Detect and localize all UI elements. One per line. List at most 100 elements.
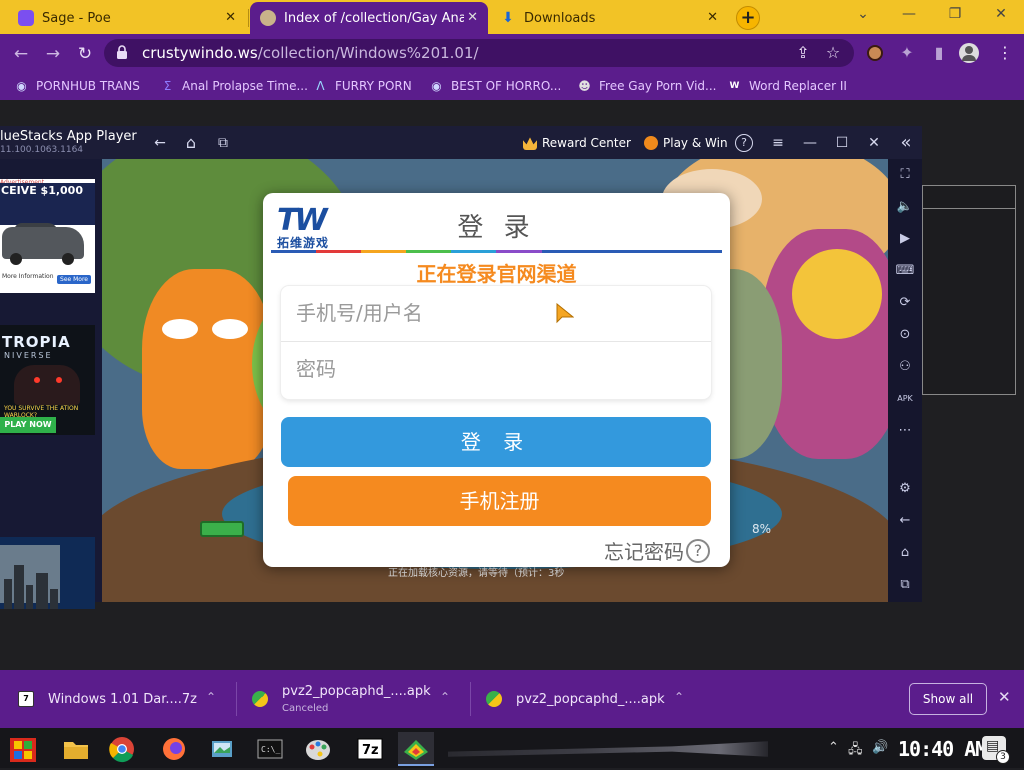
keyboard-icon[interactable]: ⌨ bbox=[895, 261, 915, 281]
browser-toolbar: ← → ↻ crustywindo.ws/collection/Windows%… bbox=[0, 34, 1024, 72]
forward-button[interactable]: → bbox=[42, 43, 64, 65]
tray-expand-icon[interactable]: ⌃ bbox=[828, 740, 839, 755]
reward-center-label: Reward Center bbox=[542, 136, 631, 150]
coin-icon bbox=[644, 136, 658, 150]
share-icon[interactable]: ⇪ bbox=[792, 42, 814, 64]
play-win-label: Play & Win bbox=[663, 136, 728, 150]
chevron-down-icon[interactable]: ⌄ bbox=[848, 6, 878, 26]
building bbox=[50, 589, 58, 609]
terminal-icon[interactable]: C:\_ bbox=[252, 732, 288, 766]
paint-icon[interactable] bbox=[300, 732, 336, 766]
phone-register-button[interactable]: 手机注册 bbox=[288, 476, 711, 526]
settings-icon[interactable]: ⚙ bbox=[895, 479, 915, 499]
bookmark-free-gay-porn[interactable]: ☻ Free Gay Porn Vid... bbox=[577, 77, 716, 95]
rotate-icon[interactable]: ⊙ bbox=[895, 325, 915, 345]
back-button[interactable]: ← bbox=[10, 43, 32, 65]
download-item[interactable]: pvz2_popcaphd_....apk ⌃ bbox=[486, 670, 696, 728]
chevron-up-icon[interactable]: ⌃ bbox=[206, 690, 216, 704]
bs-minimize-button[interactable]: — bbox=[800, 133, 820, 153]
car-ad[interactable]: Advertisement CEIVE $1,000 More Informat… bbox=[0, 179, 95, 293]
chrome-icon[interactable] bbox=[104, 732, 140, 766]
chevron-up-icon[interactable]: ⌃ bbox=[440, 690, 450, 704]
network-icon[interactable]: 🖧 bbox=[848, 740, 863, 762]
7z-file-icon: 7 bbox=[18, 691, 34, 707]
zombie-head bbox=[792, 249, 882, 339]
close-window-button[interactable]: ✕ bbox=[986, 6, 1016, 26]
apk-icon[interactable]: APK bbox=[895, 389, 915, 409]
bluestacks-taskbar-icon[interactable] bbox=[398, 732, 434, 766]
extensions-icon[interactable]: ✦ bbox=[896, 42, 918, 64]
notifications-icon[interactable]: ▤ 3 bbox=[982, 736, 1010, 764]
fullscreen-icon[interactable]: ⛶ bbox=[895, 165, 915, 185]
multi-instance-icon[interactable]: ⚇ bbox=[895, 357, 915, 377]
bookmark-anal-prolapse[interactable]: Σ Anal Prolapse Time... bbox=[160, 77, 308, 95]
volume-icon[interactable]: 🔈 bbox=[895, 197, 915, 217]
bookmark-best-of-horror[interactable]: ◉ BEST OF HORRO... bbox=[429, 77, 561, 95]
start-button[interactable] bbox=[6, 732, 42, 766]
login-dialog: TW 拓维游戏 登 录 正在登录官网渠道 手机号/用户名 密码 登 录 手机注册… bbox=[263, 193, 730, 567]
tab-title: Downloads bbox=[524, 10, 596, 26]
chevron-up-icon[interactable]: ⌃ bbox=[674, 690, 684, 704]
forgot-password-link[interactable]: 忘记密码 ? bbox=[604, 536, 710, 565]
browser-menu-icon[interactable]: ⋮ bbox=[994, 42, 1016, 64]
7zip-icon[interactable]: 7z bbox=[352, 732, 388, 766]
macro-icon[interactable]: ⟳ bbox=[895, 293, 915, 313]
site-icon bbox=[260, 10, 276, 26]
download-item[interactable]: pvz2_popcaphd_....apk Canceled ⌃ bbox=[252, 670, 462, 728]
tab-downloads[interactable]: ⬇ Downloads ✕ bbox=[490, 2, 728, 34]
help-icon[interactable]: ? bbox=[735, 134, 753, 152]
ad-play-now-button[interactable]: PLAY NOW bbox=[0, 417, 56, 433]
minimize-button[interactable]: — bbox=[894, 6, 924, 26]
bs-maximize-button[interactable]: ☐ bbox=[832, 133, 852, 153]
login-button[interactable]: 登 录 bbox=[281, 417, 711, 467]
download-item[interactable]: 7 Windows 1.01 Dar....7z ⌃ bbox=[18, 670, 228, 728]
side-recents-icon[interactable]: ⧉ bbox=[895, 575, 915, 595]
firefox-icon[interactable] bbox=[156, 732, 192, 766]
show-all-button[interactable]: Show all bbox=[909, 683, 987, 715]
file-explorer-icon[interactable] bbox=[58, 732, 94, 766]
taskbar: C:\_ 7z ⌃ 🖧 🔊 10:40 AM ▤ 3 bbox=[0, 728, 1024, 768]
bs-menu-icon[interactable]: ≡ bbox=[768, 133, 788, 153]
crown-icon bbox=[523, 137, 537, 150]
bs-close-button[interactable]: ✕ bbox=[864, 133, 884, 153]
extension-avatar-icon[interactable] bbox=[864, 42, 886, 64]
password-field[interactable]: 密码 bbox=[281, 342, 711, 397]
game-ad[interactable]: TROPIA NIVERSE YOU SURVIVE THE ATION WAR… bbox=[0, 325, 95, 435]
svg-text:C:\_: C:\_ bbox=[261, 745, 280, 754]
bookmark-star-icon[interactable]: ☆ bbox=[822, 42, 844, 64]
bookmark-pornhub-trans[interactable]: ◉ PORNHUB TRANS bbox=[14, 77, 140, 95]
app-icon[interactable] bbox=[204, 732, 240, 766]
taskbar-clock[interactable]: 10:40 AM bbox=[898, 737, 987, 761]
more-icon[interactable]: ⋯ bbox=[895, 421, 915, 441]
play-win-button[interactable]: Play & Win bbox=[644, 132, 728, 154]
username-field[interactable]: 手机号/用户名 bbox=[281, 286, 711, 341]
tab-close-icon[interactable]: ✕ bbox=[467, 10, 478, 25]
tab-sage-poe[interactable]: Sage - Poe ✕ bbox=[8, 2, 246, 34]
close-downloads-icon[interactable]: ✕ bbox=[998, 688, 1011, 706]
side-home-icon[interactable]: ⌂ bbox=[895, 543, 915, 563]
bookmark-furry[interactable]: Λ FURRY PORN bbox=[313, 77, 411, 95]
maximize-button[interactable]: ❐ bbox=[940, 6, 970, 26]
media-icon[interactable]: ▶ bbox=[895, 229, 915, 249]
svg-text:7z: 7z bbox=[362, 743, 379, 758]
tab-index-collection[interactable]: Index of /collection/Gay Anal P ✕ bbox=[250, 2, 488, 34]
new-tab-button[interactable]: + bbox=[736, 6, 760, 30]
volume-tray-icon[interactable]: 🔊 bbox=[872, 740, 888, 755]
bookmark-word-replacer[interactable]: W Word Replacer II bbox=[727, 77, 847, 95]
tab-close-icon[interactable]: ✕ bbox=[225, 10, 236, 25]
reload-button[interactable]: ↻ bbox=[74, 43, 96, 65]
profile-icon[interactable] bbox=[958, 42, 980, 64]
bs-back-icon[interactable]: ← bbox=[150, 133, 170, 153]
tab-close-icon[interactable]: ✕ bbox=[707, 10, 718, 25]
bs-collapse-icon[interactable]: « bbox=[896, 133, 916, 153]
bs-home-icon[interactable]: ⌂ bbox=[181, 133, 201, 153]
city-ad[interactable] bbox=[0, 537, 95, 609]
side-back-icon[interactable]: ← bbox=[895, 511, 915, 531]
address-bar[interactable]: crustywindo.ws/collection/Windows%201.01… bbox=[104, 39, 854, 67]
reward-center-button[interactable]: Reward Center bbox=[523, 132, 631, 154]
side-panel-icon[interactable]: ▮ bbox=[928, 42, 950, 64]
globe-icon: ◉ bbox=[16, 78, 27, 93]
bs-recents-icon[interactable]: ⧉ bbox=[213, 133, 233, 153]
ad-see-more-button[interactable]: See More bbox=[57, 275, 91, 284]
building bbox=[4, 579, 12, 609]
